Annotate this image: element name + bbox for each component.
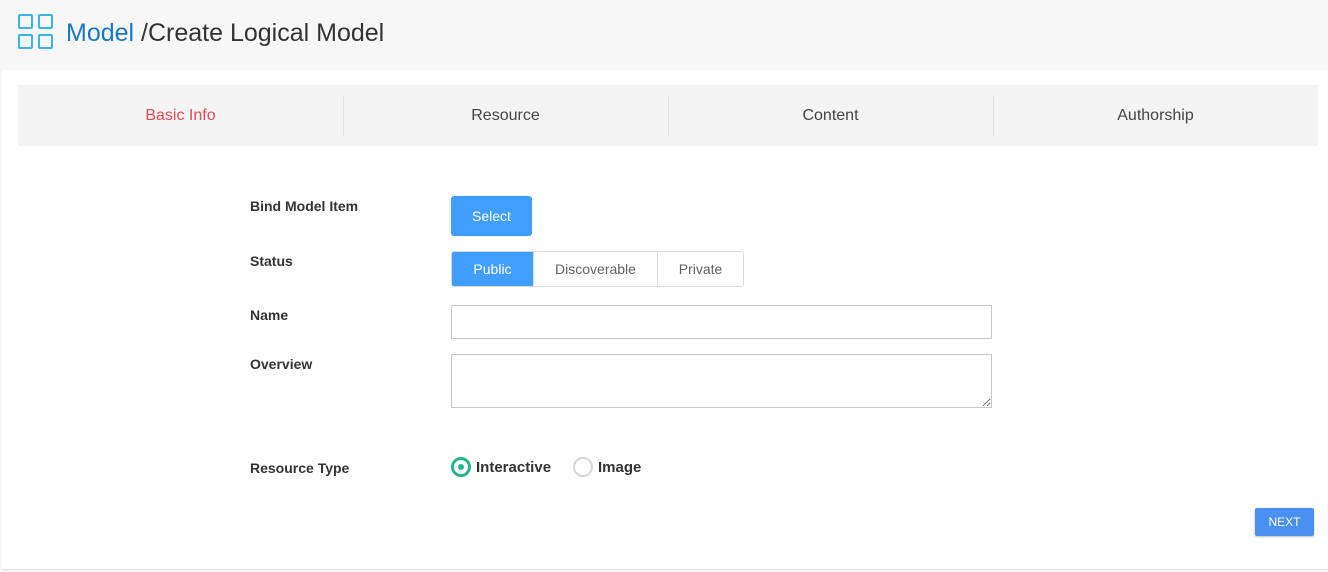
radio-interactive-label: Interactive	[476, 458, 552, 476]
bind-model-item-label: Bind Model Item	[250, 198, 359, 214]
status-private-option[interactable]: Private	[657, 252, 743, 286]
name-label: Name	[250, 307, 289, 323]
breadcrumb-current: /Create Logical Model	[134, 19, 385, 47]
select-button[interactable]: Select	[451, 196, 532, 236]
overview-label: Overview	[250, 356, 313, 372]
tab-resource[interactable]: Resource	[343, 85, 668, 146]
page-title: Model /Create Logical Model	[66, 17, 384, 49]
status-discoverable-option[interactable]: Discoverable	[533, 252, 657, 286]
tab-content[interactable]: Content	[668, 85, 993, 146]
breadcrumb-model-link[interactable]: Model	[66, 19, 134, 47]
next-button[interactable]: NEXT	[1255, 508, 1314, 536]
status-public-option[interactable]: Public	[452, 252, 533, 286]
step-tabs: Basic Info Resource Content Authorship	[18, 85, 1318, 146]
radio-image-label: Image	[598, 458, 642, 476]
tab-basic-info[interactable]: Basic Info	[18, 85, 343, 146]
form-panel: Basic Info Resource Content Authorship B…	[2, 70, 1328, 570]
grid-icon	[18, 14, 54, 50]
resource-type-label: Resource Type	[250, 460, 350, 476]
radio-interactive[interactable]: Interactive	[451, 457, 551, 477]
page-header: Model /Create Logical Model	[0, 0, 1328, 70]
overview-textarea[interactable]	[451, 354, 992, 408]
status-label: Status	[250, 253, 293, 269]
status-segmented-control: Public Discoverable Private	[451, 251, 744, 287]
radio-checked-icon	[451, 457, 471, 477]
tab-authorship[interactable]: Authorship	[993, 85, 1318, 146]
name-input[interactable]	[451, 305, 992, 339]
radio-unchecked-icon	[573, 457, 593, 477]
radio-image[interactable]: Image	[573, 457, 641, 477]
